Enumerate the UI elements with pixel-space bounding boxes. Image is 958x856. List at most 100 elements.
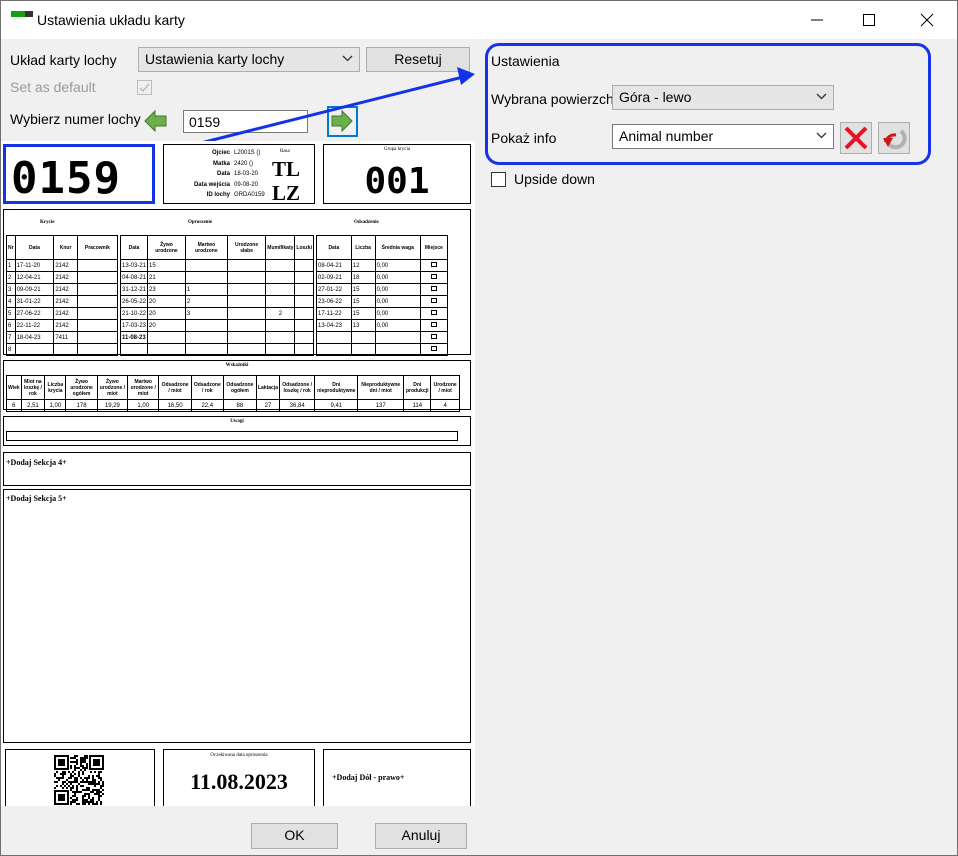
born-alive: 20 xyxy=(147,319,186,332)
krycie-boar: 7411 xyxy=(53,331,78,344)
table-row: 5 27-06-22 2142 xyxy=(6,307,119,320)
minimize-button[interactable] xyxy=(791,1,843,39)
krycie-worker xyxy=(76,307,119,320)
mummified: 2 xyxy=(265,307,296,320)
mummified xyxy=(265,283,296,296)
born-weak xyxy=(226,307,267,320)
surface-label: Wybrana powierzchn xyxy=(491,91,622,107)
surface-select[interactable]: Góra - lewo xyxy=(612,85,834,110)
stat-value: 19,29 xyxy=(96,399,129,412)
info-value: 2420 () xyxy=(234,160,254,167)
table-row: 21-10-22 20 3 2 xyxy=(119,307,314,320)
wean-place xyxy=(419,331,449,344)
born-weak xyxy=(226,343,267,356)
qr-code-icon xyxy=(54,755,104,805)
stat-value: 6 xyxy=(6,399,22,412)
info-select-value: Animal number xyxy=(619,128,714,144)
section-4[interactable]: +Dodaj Sekcja 4+ xyxy=(3,452,471,486)
odsadzenie-table: Data Liczba Średnia waga Miejsce 08-04-21 12 0… xyxy=(316,235,449,356)
oproszenie-title: Oproszenie xyxy=(188,220,213,225)
info-value: 18-03-20 xyxy=(234,171,259,177)
wean-date: 13-04-23 xyxy=(316,319,352,332)
wean-count: 15 xyxy=(350,295,376,308)
stat-value: 2,51 xyxy=(20,399,46,412)
table-row: 17-03-23 20 xyxy=(119,319,314,332)
column-header: Miejsce xyxy=(419,235,449,260)
table-row: 04-08-21 21 xyxy=(119,271,314,284)
sow-number-box[interactable]: 0159 xyxy=(3,144,155,204)
window-title: Ustawienia układu karty xyxy=(37,12,185,28)
krycie-boar: 2142 xyxy=(53,319,78,332)
wean-count xyxy=(350,343,376,356)
delete-button[interactable] xyxy=(840,122,872,154)
info-label: Data wejścia xyxy=(193,181,230,188)
stat-value: 9,41 xyxy=(314,399,359,412)
wean-date xyxy=(316,331,352,344)
stat-value: 137 xyxy=(357,399,405,412)
gilts xyxy=(294,331,314,344)
group-value: 001 xyxy=(364,161,430,202)
wean-date: 02-09-21 xyxy=(316,271,352,284)
checkbox-icon xyxy=(430,298,437,303)
maximize-button[interactable] xyxy=(843,1,895,39)
section-5[interactable]: +Dodaj Sekcja 5+ xyxy=(3,489,471,743)
info-value: L2001S () xyxy=(234,150,261,156)
stat-value: 88 xyxy=(222,399,258,412)
table-row: 4 31-01-22 2142 xyxy=(6,295,119,308)
info-label: Ojciec xyxy=(211,150,230,156)
column-header: Nr xyxy=(6,235,16,260)
gilts xyxy=(294,307,314,320)
delete-x-icon xyxy=(844,126,868,150)
info-label: Pokaż info xyxy=(491,130,557,146)
table-row: 26-05-22 20 2 xyxy=(119,295,314,308)
stillborn xyxy=(184,271,228,284)
stat-value: 27 xyxy=(255,399,281,412)
notes-section: Uwagi xyxy=(3,416,471,446)
ok-button[interactable]: OK xyxy=(251,823,338,849)
farrow-date-cell: 13-03-21 xyxy=(119,259,149,272)
farrow-date-cell: 31-12-21 xyxy=(119,283,149,296)
table-row xyxy=(316,343,449,356)
row-number: 3 xyxy=(6,283,16,296)
default-checkbox[interactable] xyxy=(137,80,152,95)
wean-weight: 0,00 xyxy=(374,271,421,284)
cancel-button[interactable]: Anuluj xyxy=(375,823,467,849)
stats-section: Wskaźniki Wiek Miot na loszkę / rok Liczba… xyxy=(3,360,471,412)
stillborn: 1 xyxy=(184,283,228,296)
stat-header: Urodzone / miot xyxy=(430,375,460,400)
wean-weight: 0,00 xyxy=(374,259,421,272)
add-section-4: +Dodaj Sekcja 4+ xyxy=(6,458,67,467)
table-row: 7 18-04-23 7411 xyxy=(6,331,119,344)
column-header: Żywo urodzone xyxy=(147,235,186,260)
stat-header: Liczba krycia xyxy=(44,375,67,400)
stat-header: Żywo urodzone ogółem xyxy=(65,375,98,400)
stat-header: Odsadzone / loszkę / rok xyxy=(279,375,316,400)
gilts xyxy=(294,295,314,308)
born-alive: 20 xyxy=(147,295,186,308)
undo-button[interactable] xyxy=(878,122,910,154)
checkbox-icon xyxy=(430,310,437,315)
column-header: Data xyxy=(316,235,352,260)
qr-box xyxy=(5,749,155,806)
born-weak xyxy=(226,283,267,296)
column-header: Liczba xyxy=(350,235,376,260)
close-button[interactable] xyxy=(901,1,953,39)
stat-header: Nieproduktywne dni / miot xyxy=(357,375,405,400)
upside-down-checkbox[interactable] xyxy=(491,172,506,187)
stat-value: 178 xyxy=(65,399,98,412)
column-header: Mumifikaty xyxy=(265,235,296,260)
info-select[interactable]: Animal number xyxy=(612,124,834,149)
krycie-worker xyxy=(76,319,119,332)
krycie-boar xyxy=(53,343,78,356)
checkbox-icon xyxy=(430,262,437,267)
farrow-date-cell: 21-10-22 xyxy=(119,307,149,320)
farrow-date-cell: 11-08-23 xyxy=(119,331,149,344)
wean-count: 12 xyxy=(350,259,376,272)
rasa-label: Rasa xyxy=(280,149,290,154)
bottom-right-box[interactable]: +Dodaj Dół - prawo+ xyxy=(323,749,471,806)
undo-arrow-icon xyxy=(883,129,907,150)
table-row xyxy=(316,331,449,344)
stat-value: 114 xyxy=(403,399,432,412)
stillborn xyxy=(184,259,228,272)
krycie-worker xyxy=(76,343,119,356)
